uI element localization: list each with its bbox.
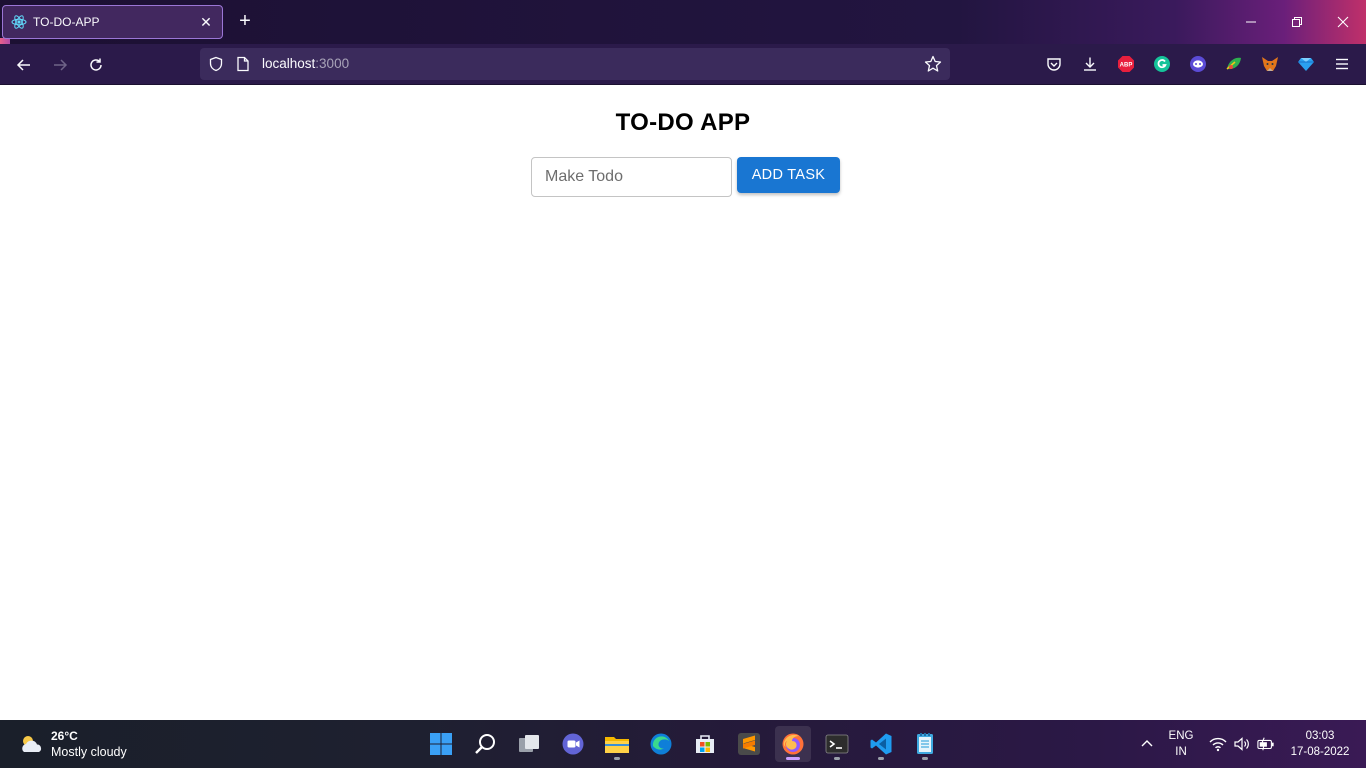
teams-chat-icon[interactable] — [555, 726, 591, 762]
running-indicator-active — [786, 757, 800, 760]
back-arrow-icon[interactable] — [11, 52, 37, 78]
firefox-icon[interactable] — [775, 726, 811, 762]
svg-text:ABP: ABP — [1120, 63, 1133, 69]
page-icon[interactable] — [236, 56, 250, 77]
url-host: localhost — [262, 56, 316, 71]
extension-leaf-icon[interactable] — [1225, 55, 1243, 73]
running-indicator — [834, 757, 840, 760]
windows-taskbar: 26°C Mostly cloudy ENG IN 03:03 17-08-20… — [0, 720, 1366, 768]
react-icon — [11, 14, 27, 30]
running-indicator — [878, 757, 884, 760]
notepad-icon[interactable] — [907, 726, 943, 762]
url-bar[interactable]: localhost:3000 — [200, 48, 950, 80]
battery-charging-icon[interactable] — [1257, 735, 1275, 753]
minimize-button[interactable] — [1228, 8, 1274, 36]
new-tab-button[interactable]: + — [233, 10, 257, 34]
clock-time[interactable]: 03:03 — [1286, 730, 1354, 742]
file-explorer-icon[interactable] — [599, 726, 635, 762]
page-content: TO-DO APP ADD TASK — [0, 85, 1366, 720]
sublime-text-icon[interactable] — [731, 726, 767, 762]
weather-temperature[interactable]: 26°C — [51, 729, 78, 743]
search-icon[interactable] — [467, 726, 503, 762]
browser-navbar: localhost:3000 ABP — [0, 44, 1366, 85]
vscode-icon[interactable] — [863, 726, 899, 762]
running-indicator — [614, 757, 620, 760]
forward-arrow-icon[interactable] — [47, 52, 73, 78]
terminal-icon[interactable] — [819, 726, 855, 762]
url-port: :3000 — [315, 56, 350, 71]
edge-browser-icon[interactable] — [643, 726, 679, 762]
adblock-plus-icon[interactable]: ABP — [1117, 55, 1135, 73]
download-icon[interactable] — [1081, 55, 1099, 73]
todo-input[interactable] — [531, 157, 732, 197]
start-windows-icon[interactable] — [423, 726, 459, 762]
language-region[interactable]: IN — [1166, 746, 1196, 758]
browser-tab-active[interactable]: TO-DO-APP ✕ — [2, 5, 223, 39]
bookmark-star-icon[interactable] — [924, 55, 942, 78]
speaker-volume-icon[interactable] — [1233, 735, 1251, 753]
clock-date[interactable]: 17-08-2022 — [1286, 746, 1354, 758]
reload-icon[interactable] — [83, 52, 109, 78]
chevron-up-icon[interactable] — [1138, 735, 1156, 753]
close-window-button[interactable] — [1320, 8, 1366, 36]
tab-title: TO-DO-APP — [33, 15, 100, 29]
restore-button[interactable] — [1274, 8, 1320, 36]
language-code[interactable]: ENG — [1166, 730, 1196, 742]
add-task-button[interactable]: ADD TASK — [737, 157, 840, 193]
url-text[interactable]: localhost:3000 — [262, 56, 349, 71]
metamask-fox-icon[interactable] — [1261, 55, 1279, 73]
grammarly-icon[interactable] — [1153, 55, 1171, 73]
shield-icon[interactable] — [208, 56, 224, 77]
microsoft-store-icon[interactable] — [687, 726, 723, 762]
task-view-icon[interactable] — [511, 726, 547, 762]
menu-hamburger-icon[interactable] — [1333, 55, 1351, 73]
weather-cloudy-icon[interactable] — [18, 732, 44, 756]
browser-titlebar: TO-DO-APP ✕ + — [0, 0, 1366, 44]
running-indicator — [922, 757, 928, 760]
close-icon[interactable]: ✕ — [198, 14, 214, 31]
pocket-icon[interactable] — [1045, 55, 1063, 73]
page-title: TO-DO APP — [615, 109, 751, 136]
wifi-icon[interactable] — [1209, 735, 1227, 753]
chatbot-extension-icon[interactable] — [1189, 55, 1207, 73]
weather-description[interactable]: Mostly cloudy — [51, 745, 127, 759]
diamond-extension-icon[interactable] — [1297, 55, 1315, 73]
